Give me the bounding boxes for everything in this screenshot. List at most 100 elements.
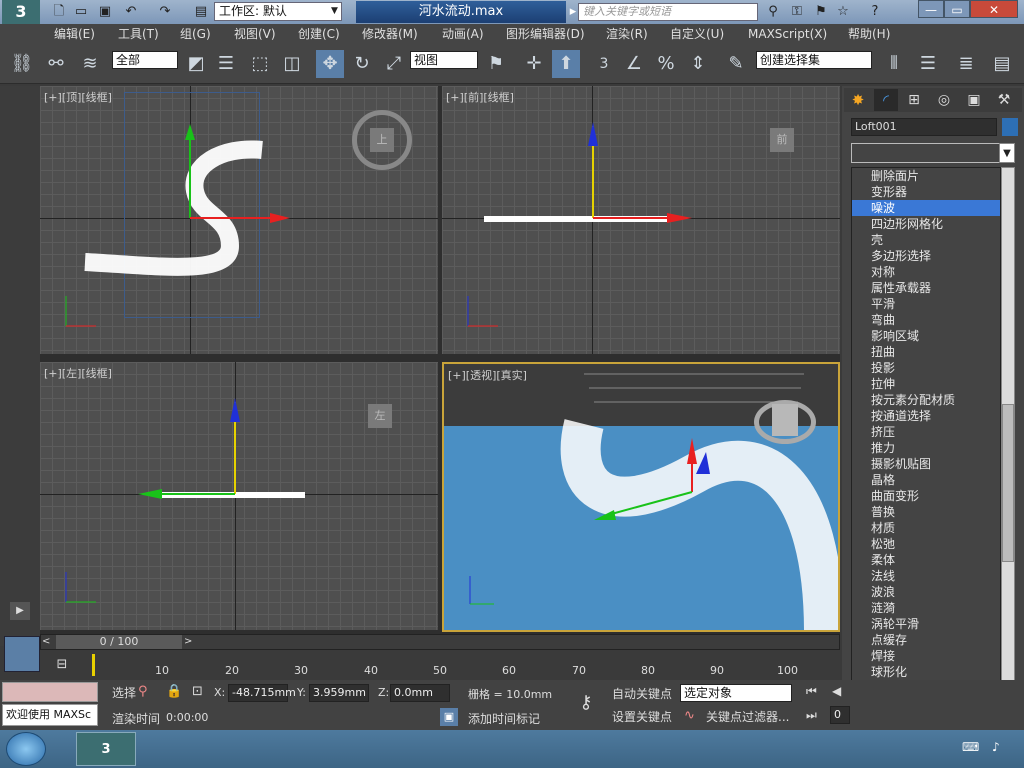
menu-views[interactable]: 视图(V) [234, 24, 276, 44]
viewport-label[interactable]: [+][前][线框] [446, 89, 514, 105]
menu-rendering[interactable]: 渲染(R) [606, 24, 648, 44]
search-input[interactable]: 键入关键字或短语 [578, 3, 758, 21]
redo-icon[interactable]: ↷ [156, 3, 174, 21]
modifier-item[interactable]: 摄影机贴图 [852, 456, 1000, 472]
chevron-right-icon[interactable]: > [184, 634, 196, 650]
minimize-button[interactable]: — [918, 0, 944, 18]
pivot-center-icon[interactable]: ⚑ [482, 50, 510, 78]
set-key-icon[interactable]: ⚷ [568, 686, 604, 720]
new-file-icon[interactable]: 🗋 [50, 3, 68, 21]
select-rotate-icon[interactable]: ↻ [348, 50, 376, 78]
modifier-item[interactable]: 挤压 [852, 424, 1000, 440]
modifier-item[interactable]: 多边形选择 [852, 248, 1000, 264]
x-coordinate-input[interactable]: -48.715mm [228, 684, 296, 702]
chevron-down-icon[interactable]: ▼ [999, 143, 1015, 163]
project-folder-icon[interactable]: ▤ [192, 3, 210, 21]
modifier-item[interactable]: 噪波 [852, 200, 1000, 216]
time-tag-icon[interactable]: ▣ [440, 708, 458, 726]
app-logo-icon[interactable]: 3 [2, 0, 40, 24]
window-crossing-icon[interactable]: ◫ [278, 50, 306, 78]
modifier-item[interactable]: 属性承载器 [852, 280, 1000, 296]
modifier-item[interactable]: 投影 [852, 360, 1000, 376]
modifier-item[interactable]: 波浪 [852, 584, 1000, 600]
select-scale-icon[interactable]: ⤢ [380, 50, 408, 78]
start-button[interactable] [6, 732, 46, 766]
select-object-icon[interactable]: ◩ [182, 50, 210, 78]
viewport-layout-icon[interactable] [4, 636, 40, 672]
auto-key-button[interactable]: 自动关键点 [612, 685, 672, 702]
utilities-tab-icon[interactable]: ⚒ [992, 89, 1016, 111]
play-triangle-icon[interactable]: ▶ [10, 602, 30, 620]
modifier-item[interactable]: 壳 [852, 232, 1000, 248]
menu-create[interactable]: 创建(C) [298, 24, 340, 44]
close-button[interactable]: ✕ [970, 0, 1018, 18]
menu-modifiers[interactable]: 修改器(M) [362, 24, 418, 44]
modifier-item[interactable]: 松弛 [852, 536, 1000, 552]
object-name-input[interactable]: Loft001 [851, 118, 997, 136]
render-setup-icon[interactable]: ▤ [988, 50, 1016, 78]
taskbar-3dsmax-icon[interactable]: 3 [76, 732, 136, 766]
absolute-mode-icon[interactable]: ⊡ [192, 684, 203, 699]
layer-manager-icon[interactable]: ≣ [952, 50, 980, 78]
current-frame-input[interactable]: 0 [830, 706, 850, 724]
z-coordinate-input[interactable]: 0.0mm [390, 684, 450, 702]
undo-icon[interactable]: ↶ [122, 3, 140, 21]
track-bar[interactable] [92, 654, 842, 678]
set-key-button[interactable]: 设置关键点 [612, 708, 672, 725]
viewcube[interactable]: 上 [370, 128, 394, 152]
reference-coordinate-select[interactable]: 视图 [410, 51, 478, 69]
unlink-icon[interactable]: ⚯ [42, 50, 70, 78]
menu-animation[interactable]: 动画(A) [442, 24, 484, 44]
rectangular-selection-icon[interactable]: ⬚ [246, 50, 274, 78]
select-by-name-icon[interactable]: ☰ [212, 50, 240, 78]
previous-frame-icon[interactable]: ◀ [832, 684, 841, 698]
modifier-item[interactable]: 普换 [852, 504, 1000, 520]
menu-edit[interactable]: 编辑(E) [54, 24, 95, 44]
menu-graph-editors[interactable]: 图形编辑器(D) [506, 24, 585, 44]
viewport-top[interactable]: 上 [+][顶][线框] [40, 86, 438, 354]
viewport-label[interactable]: [+][顶][线框] [44, 89, 112, 105]
star-icon[interactable]: ☆ [834, 3, 852, 21]
viewport-left[interactable]: 左 [+][左][线框] [40, 362, 438, 630]
modifier-item[interactable]: 柔体 [852, 552, 1000, 568]
menu-customize[interactable]: 自定义(U) [670, 24, 724, 44]
named-selection-set-select[interactable]: 创建选择集 [756, 51, 872, 69]
object-color-swatch[interactable] [1002, 118, 1018, 136]
isolate-icon[interactable]: ⚲ [138, 684, 148, 699]
modifier-item[interactable]: 球形化 [852, 664, 1000, 680]
chevron-left-icon[interactable]: < [42, 634, 54, 650]
key-mode-toggle-icon[interactable]: ⏭ [806, 708, 817, 723]
chevron-down-icon[interactable]: ▼ [331, 3, 342, 20]
workspace-select[interactable]: 工作区: 默认 [214, 2, 342, 21]
keyboard-tray-icon[interactable]: ⌨ [962, 740, 979, 754]
modifier-item[interactable]: 四边形网格化 [852, 216, 1000, 232]
key-filters-button[interactable]: 关键点过滤器... [706, 708, 789, 725]
modifier-item[interactable]: 拉伸 [852, 376, 1000, 392]
viewcube[interactable]: 前 [770, 128, 794, 152]
menu-group[interactable]: 组(G) [180, 24, 211, 44]
modifier-item[interactable]: 弯曲 [852, 312, 1000, 328]
modifier-item[interactable]: 晶格 [852, 472, 1000, 488]
menu-tools[interactable]: 工具(T) [118, 24, 159, 44]
key-filter-icon[interactable]: ∿ [684, 708, 695, 723]
align-icon[interactable]: ☰ [914, 50, 942, 78]
maximize-button[interactable]: ▭ [944, 0, 970, 18]
modifier-item[interactable]: 影响区域 [852, 328, 1000, 344]
y-coordinate-input[interactable]: 3.959mm [309, 684, 369, 702]
open-file-icon[interactable]: ▭ [72, 3, 90, 21]
modifier-item[interactable]: 扭曲 [852, 344, 1000, 360]
key-mode-select[interactable]: 选定对象 [680, 684, 792, 702]
go-to-start-icon[interactable]: ⏮ [806, 684, 817, 699]
viewport-label[interactable]: [+][左][线框] [44, 365, 112, 381]
add-time-tag-button[interactable]: 添加时间标记 [468, 710, 540, 727]
binoculars-icon[interactable]: ⚲ [764, 3, 782, 21]
modifier-item[interactable]: 对称 [852, 264, 1000, 280]
key-icon[interactable]: ⚿ [788, 3, 806, 21]
help-icon[interactable]: ? [866, 3, 884, 21]
viewcube[interactable] [772, 404, 798, 436]
communication-icon[interactable]: ⚑ [812, 3, 830, 21]
modifier-item[interactable]: 曲面变形 [852, 488, 1000, 504]
maxscript-listener-mini[interactable] [2, 682, 98, 702]
edit-named-selection-icon[interactable]: ✎ [722, 50, 750, 78]
viewcube[interactable]: 左 [368, 404, 392, 428]
